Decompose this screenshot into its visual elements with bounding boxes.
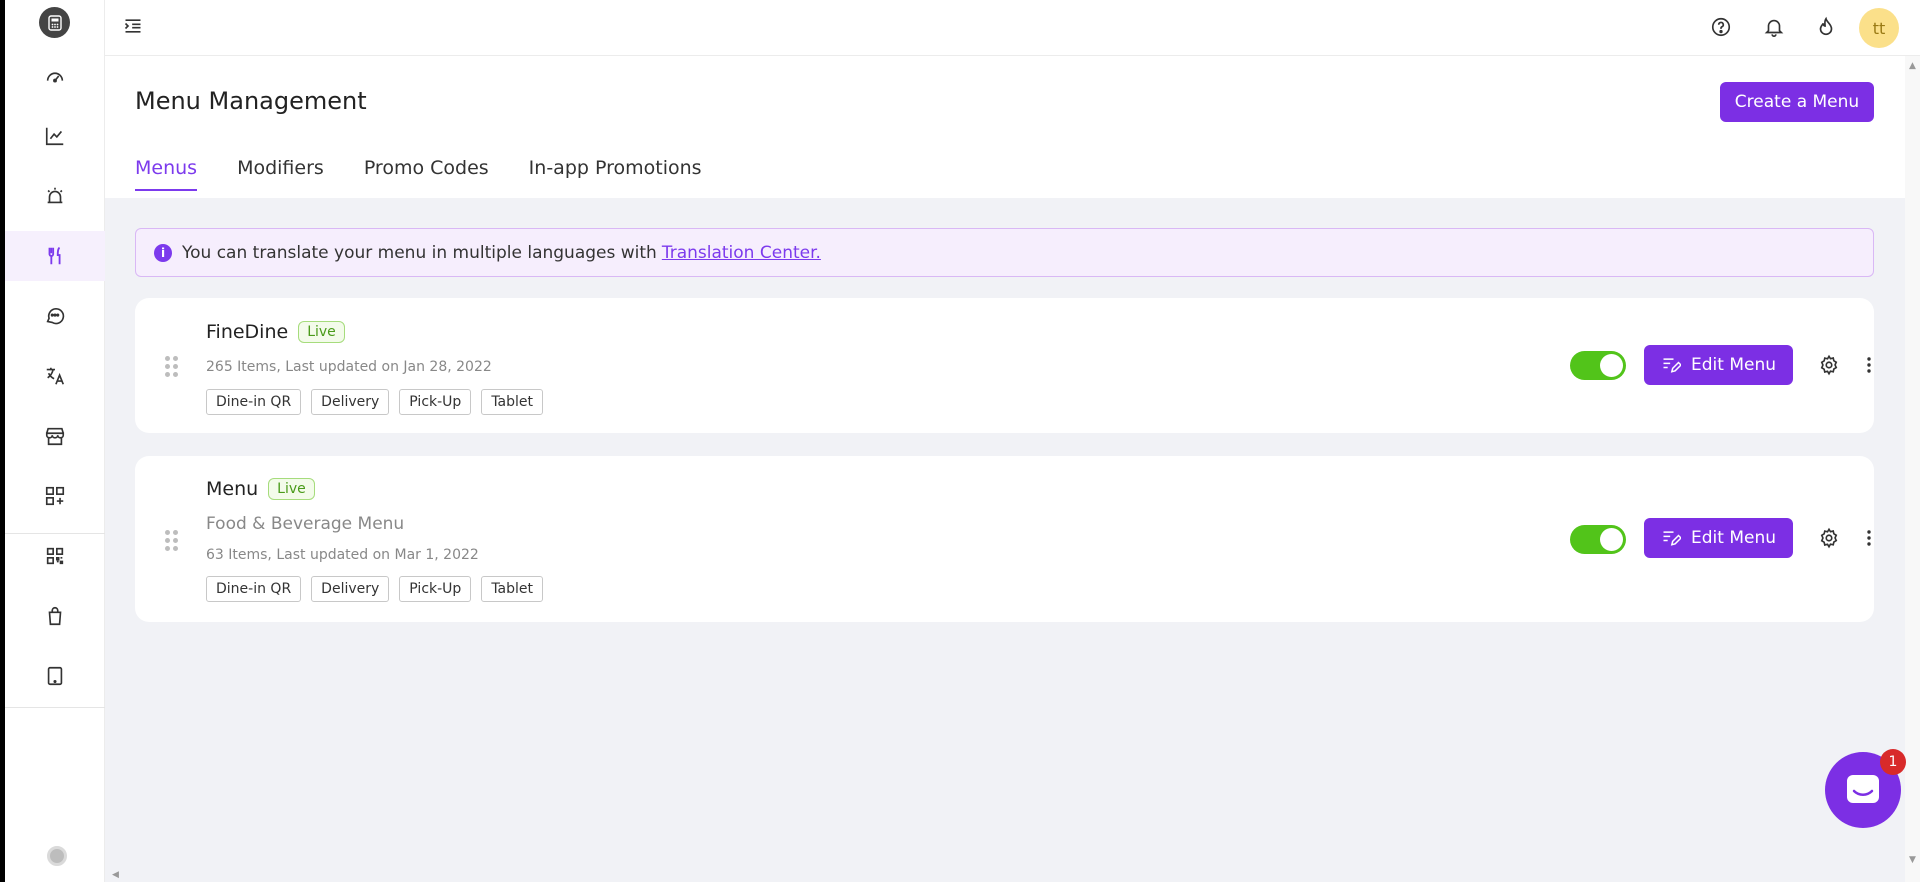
- chat-bubble-icon: [46, 308, 65, 325]
- sidebar-item-feedback[interactable]: [5, 291, 105, 341]
- sidebar-item-orders[interactable]: [5, 591, 105, 641]
- tab-in-app-promotions[interactable]: In-app Promotions: [529, 157, 702, 191]
- sidebar-item-store[interactable]: [5, 411, 105, 461]
- help-button[interactable]: [1708, 14, 1734, 40]
- qr-code-icon: [46, 547, 64, 565]
- drag-handle-icon[interactable]: [165, 356, 178, 377]
- tab-modifiers[interactable]: Modifiers: [237, 157, 324, 191]
- menu-name: Menu Live: [206, 478, 315, 500]
- channel-tag: Dine-in QR: [206, 576, 302, 602]
- channel-tag: Pick-Up: [399, 389, 472, 415]
- translate-icon: [46, 367, 65, 385]
- sidebar-item-dashboard[interactable]: [5, 51, 105, 101]
- tab-promo-codes[interactable]: Promo Codes: [364, 157, 489, 191]
- status-indicator-icon[interactable]: [47, 846, 67, 866]
- sidebar-item-translation[interactable]: [5, 351, 105, 401]
- menu-card: Menu Live Food & Beverage Menu 63 Items,…: [135, 456, 1874, 622]
- menu-meta: 63 Items, Last updated on Mar 1, 2022: [206, 547, 479, 563]
- kebab-icon: [1867, 530, 1871, 546]
- tab-menus[interactable]: Menus: [135, 157, 198, 191]
- page-title: Menu Management: [135, 87, 367, 115]
- add-widget-icon: [45, 486, 65, 506]
- edit-list-icon: [1663, 358, 1681, 373]
- info-banner: i You can translate your menu in multipl…: [135, 228, 1874, 277]
- channel-tag: Delivery: [311, 389, 390, 415]
- menu-meta: 265 Items, Last updated on Jan 28, 2022: [206, 359, 492, 375]
- sidebar-item-analytics[interactable]: [5, 111, 105, 161]
- tab-bar: Menus Modifiers Promo Codes In-app Promo…: [135, 157, 702, 191]
- line-chart-icon: [45, 127, 64, 146]
- flame-icon: [1819, 16, 1833, 36]
- fork-knife-icon: [48, 246, 61, 265]
- tablet-icon: [47, 666, 63, 686]
- shopping-bag-icon: [48, 606, 62, 626]
- sidebar-item-qr[interactable]: [5, 531, 105, 581]
- channel-list: Dine-in QR Delivery Pick-Up Tablet: [206, 576, 544, 602]
- channel-list: Dine-in QR Delivery Pick-Up Tablet: [206, 389, 544, 415]
- more-options-button[interactable]: [1857, 526, 1881, 550]
- menu-title: Menu: [206, 478, 259, 500]
- drag-handle-icon[interactable]: [165, 530, 178, 551]
- store-icon: [45, 427, 65, 446]
- channel-tag: Tablet: [481, 389, 544, 415]
- menu-settings-button[interactable]: [1817, 526, 1841, 550]
- menu-enabled-toggle[interactable]: [1570, 351, 1626, 380]
- sidebar-item-menus[interactable]: [5, 231, 105, 281]
- edit-list-icon: [1663, 531, 1681, 546]
- gear-icon: [1820, 527, 1838, 549]
- sidebar-divider: [5, 707, 105, 708]
- scroll-down-icon[interactable]: ▼: [1905, 852, 1920, 867]
- menu-settings-button[interactable]: [1817, 353, 1841, 377]
- notifications-button[interactable]: [1761, 14, 1787, 40]
- app-logo[interactable]: [39, 7, 70, 38]
- gear-icon: [1820, 354, 1838, 376]
- page-header: Menu Management Create a Menu Menus Modi…: [105, 57, 1905, 198]
- banner-text: You can translate your menu in multiple …: [182, 242, 657, 263]
- channel-tag: Tablet: [481, 576, 544, 602]
- edit-menu-button[interactable]: Edit Menu: [1644, 345, 1793, 385]
- top-bar: tt: [105, 0, 1920, 56]
- siren-icon: [47, 187, 63, 204]
- updates-button[interactable]: [1813, 14, 1839, 40]
- more-options-button[interactable]: [1857, 353, 1881, 377]
- menu-title: FineDine: [206, 321, 289, 343]
- info-icon: i: [154, 243, 172, 262]
- chat-unread-badge: 1: [1880, 749, 1906, 775]
- calculator-icon: [47, 14, 62, 31]
- edit-menu-label: Edit Menu: [1691, 528, 1776, 548]
- channel-tag: Dine-in QR: [206, 389, 302, 415]
- sidebar-item-tablet[interactable]: [5, 651, 105, 701]
- indent-icon: [124, 19, 141, 33]
- sidebar-item-alerts[interactable]: [5, 171, 105, 221]
- vertical-scrollbar[interactable]: ▲ ▼: [1905, 56, 1920, 882]
- create-menu-button[interactable]: Create a Menu: [1720, 82, 1874, 122]
- translation-center-link[interactable]: Translation Center.: [662, 243, 821, 263]
- chat-icon: [1847, 775, 1879, 803]
- kebab-icon: [1867, 357, 1871, 373]
- sidebar-toggle-button[interactable]: [123, 16, 147, 40]
- bell-icon: [1764, 19, 1784, 37]
- edit-menu-button[interactable]: Edit Menu: [1644, 518, 1793, 558]
- edit-menu-label: Edit Menu: [1691, 355, 1776, 375]
- channel-tag: Pick-Up: [399, 576, 472, 602]
- sidebar: [5, 0, 105, 882]
- status-badge: Live: [298, 321, 345, 343]
- status-badge: Live: [268, 478, 315, 500]
- sidebar-item-integrations[interactable]: [5, 471, 105, 521]
- scroll-left-icon[interactable]: ◀: [108, 867, 123, 882]
- channel-tag: Delivery: [311, 576, 390, 602]
- menu-enabled-toggle[interactable]: [1570, 525, 1626, 554]
- menu-card: FineDine Live 265 Items, Last updated on…: [135, 298, 1874, 433]
- user-avatar[interactable]: tt: [1859, 8, 1899, 48]
- help-icon: [1711, 17, 1731, 37]
- scroll-up-icon[interactable]: ▲: [1905, 58, 1920, 73]
- main-content: i You can translate your menu in multipl…: [105, 198, 1905, 882]
- menu-name: FineDine Live: [206, 321, 345, 343]
- menu-description: Food & Beverage Menu: [206, 514, 405, 534]
- gauge-icon: [46, 72, 64, 83]
